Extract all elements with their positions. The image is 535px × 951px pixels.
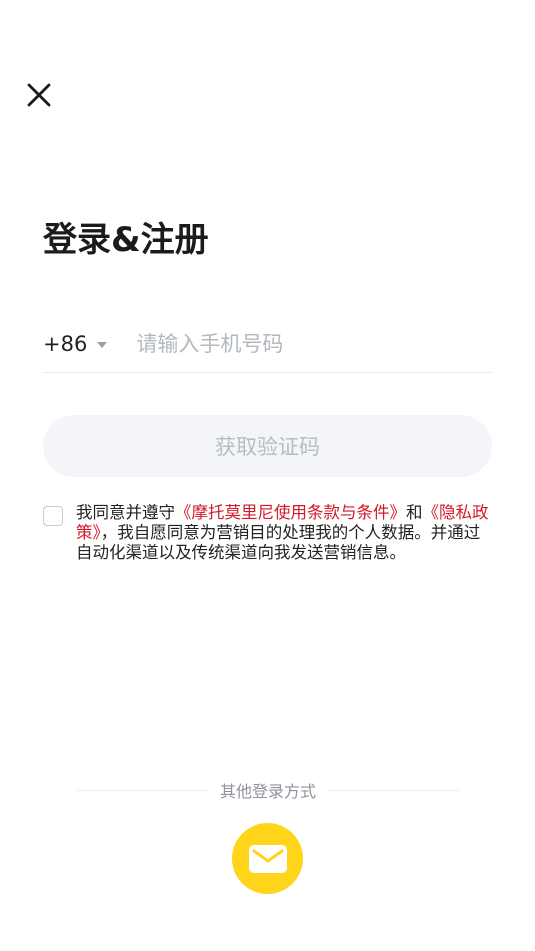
country-code-value: +86 bbox=[43, 331, 88, 356]
other-login-divider: 其他登录方式 bbox=[76, 778, 461, 802]
close-icon bbox=[27, 83, 51, 107]
country-code-selector[interactable]: +86 bbox=[43, 322, 108, 366]
agreement-text-part-3: ，我自愿同意为营销目的处理我的个人数据。并通过自动化渠道以及传统渠道向我发送营销… bbox=[76, 523, 481, 562]
agreement-text-part-1: 我同意并遵守 bbox=[76, 503, 175, 522]
agreement-text-part-2: 和 bbox=[406, 503, 423, 522]
phone-number-input[interactable] bbox=[136, 321, 457, 366]
mail-icon bbox=[248, 844, 287, 873]
phone-field-row: +86 bbox=[43, 315, 492, 373]
divider-left bbox=[76, 789, 208, 791]
email-login-button[interactable] bbox=[232, 823, 303, 894]
terms-link[interactable]: 《摩托莫里尼使用条款与条件》 bbox=[175, 503, 406, 522]
page-title: 登录&注册 bbox=[43, 220, 209, 260]
agreement-checkbox[interactable] bbox=[43, 506, 63, 526]
other-login-label: 其他登录方式 bbox=[220, 782, 317, 801]
divider-right bbox=[328, 789, 461, 791]
agreement-text: 我同意并遵守《摩托莫里尼使用条款与条件》和《隐私政策》，我自愿同意为营销目的处理… bbox=[76, 503, 492, 563]
get-verification-code-button[interactable]: 获取验证码 bbox=[43, 415, 492, 477]
chevron-down-icon bbox=[97, 341, 108, 348]
close-button[interactable] bbox=[24, 80, 54, 110]
